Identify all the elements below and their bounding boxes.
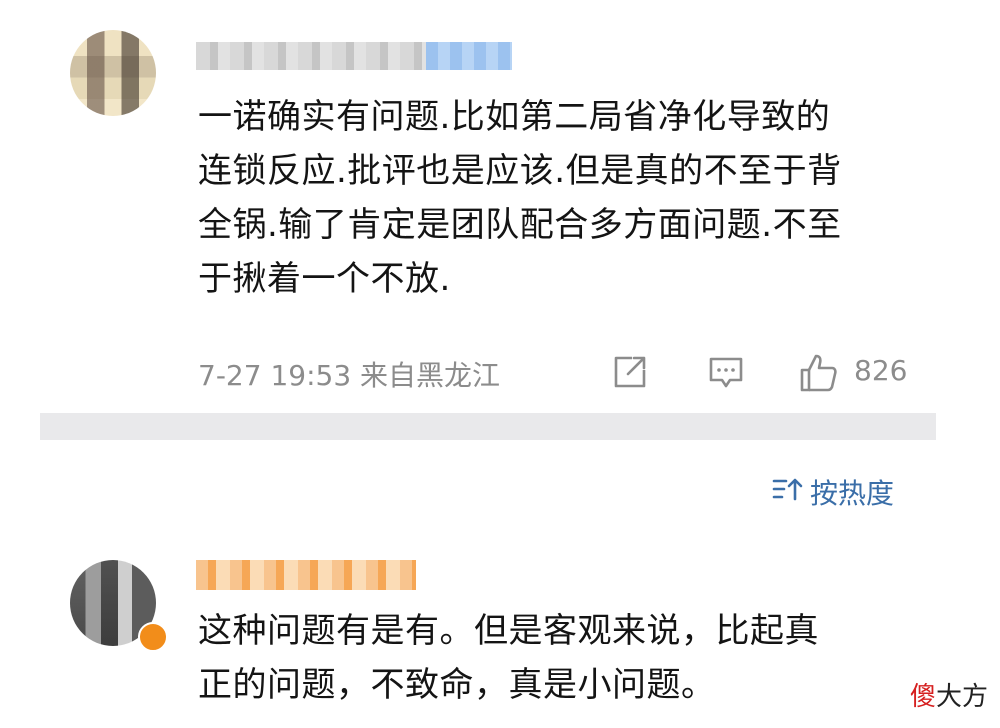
timestamp-location: 7-27 19:53 来自黑龙江 [198, 359, 501, 392]
right-margin [936, 0, 1000, 728]
sort-icon [772, 475, 804, 510]
comment-line: 全锅.输了肯定是团队配合多方面问题.不至 [198, 205, 842, 245]
comment-text: 一诺确实有问题.比如第二局省净化导致的 连锁反应.批评也是应该.但是真的不至于背… [198, 90, 842, 306]
user-badge-blurred [426, 42, 512, 70]
comment-text: 这种问题有是有。但是客观来说，比起真 正的问题，不致命，真是小问题。 [198, 604, 819, 712]
watermark-first-char: 傻 [910, 682, 937, 712]
sort-by-hot-button[interactable]: 按热度 [772, 474, 894, 510]
username-blurred[interactable] [196, 560, 416, 590]
vip-badge-icon [138, 622, 168, 652]
comment-line: 连锁反应.批评也是应该.但是真的不至于背 [198, 151, 842, 191]
comment-line: 一诺确实有问题.比如第二局省净化导致的 [198, 97, 831, 137]
comment-line: 正的问题，不致命，真是小问题。 [198, 665, 716, 705]
avatar[interactable] [70, 30, 156, 116]
username-blurred[interactable] [196, 42, 512, 70]
sort-label: 按热度 [810, 477, 895, 510]
watermark-rest: 大方 [936, 682, 989, 712]
section-divider [40, 413, 936, 440]
comment-line: 于揪着一个不放. [198, 259, 451, 299]
comment-line: 这种问题有是有。但是客观来说，比起真 [198, 611, 819, 651]
comment-meta: 7-27 19:53 来自黑龙江 826 [198, 350, 908, 394]
like-count: 826 [854, 354, 908, 387]
share-icon[interactable] [610, 352, 650, 396]
like-icon[interactable] [798, 352, 840, 398]
comment-icon[interactable] [706, 352, 746, 396]
left-margin [0, 0, 40, 728]
watermark: 傻大方 [910, 676, 988, 713]
